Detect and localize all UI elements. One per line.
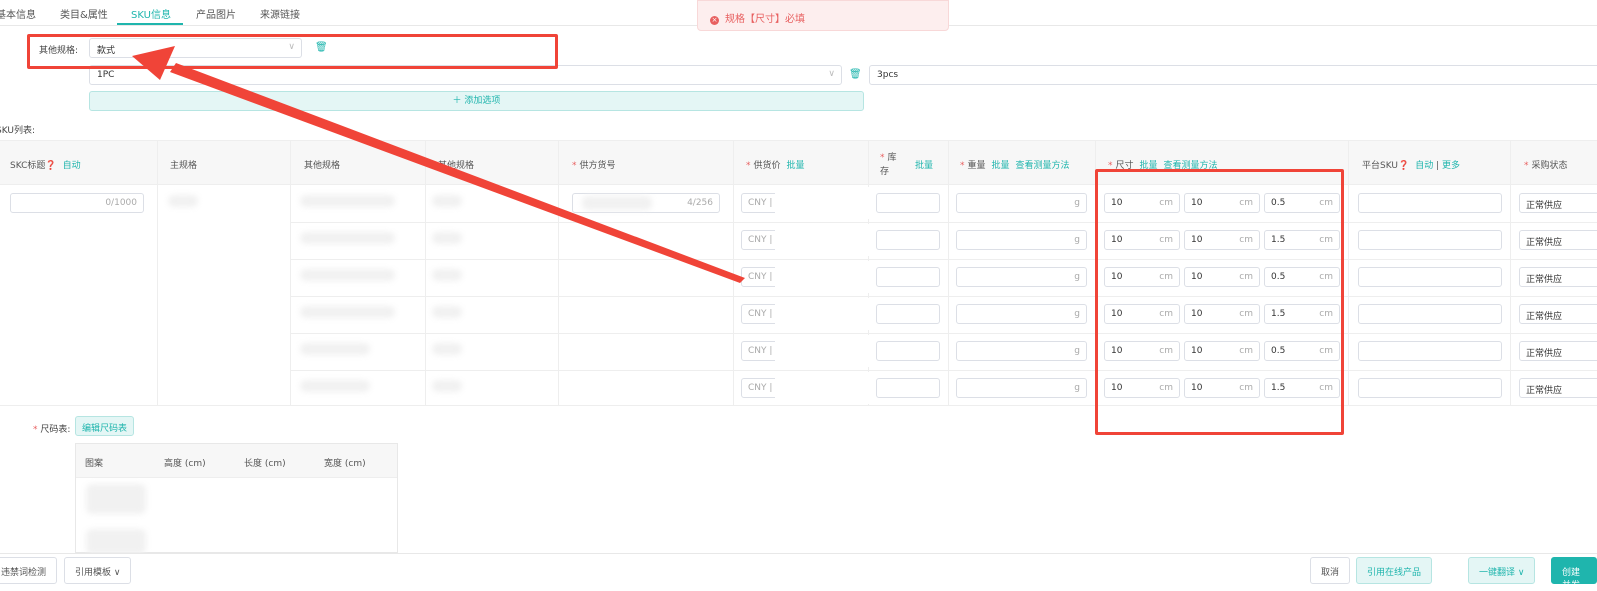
annotation-arrow — [132, 46, 745, 283]
